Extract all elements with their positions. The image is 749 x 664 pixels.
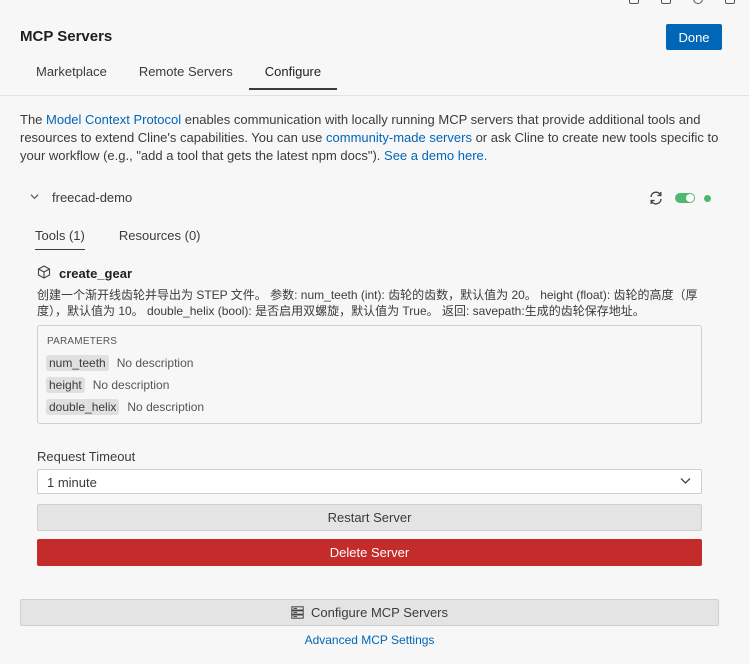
parameter-name: num_teeth — [46, 355, 109, 371]
demo-link[interactable]: See a demo here. — [384, 148, 487, 163]
chevron-down-icon[interactable] — [30, 192, 39, 201]
tab-configure[interactable]: Configure — [248, 56, 338, 90]
chevron-down-icon — [680, 478, 691, 484]
tab-remote-servers[interactable]: Remote Servers — [123, 56, 249, 90]
model-context-protocol-link[interactable]: Model Context Protocol — [46, 112, 181, 127]
tab-bar: Marketplace Remote Servers Configure — [20, 56, 338, 90]
tool-description: 创建一个渐开线齿轮并导出为 STEP 文件。 参数: num_teeth (in… — [37, 288, 698, 318]
parameters-title: PARAMETERS — [47, 336, 118, 347]
page-title: MCP Servers — [20, 28, 113, 45]
restart-server-button[interactable]: Restart Server — [37, 504, 702, 531]
parameter-row: num_teeth No description — [46, 354, 193, 372]
configure-mcp-servers-button[interactable]: Configure MCP Servers — [20, 599, 719, 626]
tool-name: create_gear — [59, 266, 132, 281]
server-icon — [291, 606, 304, 619]
advanced-mcp-settings-link[interactable]: Advanced MCP Settings — [0, 633, 739, 647]
intro-text: The Model Context Protocol enables commu… — [20, 111, 720, 165]
tab-marketplace[interactable]: Marketplace — [20, 56, 123, 90]
delete-server-button[interactable]: Delete Server — [37, 539, 702, 566]
intro-text-part: The — [20, 112, 47, 127]
configure-mcp-servers-label: Configure MCP Servers — [310, 605, 449, 620]
parameter-row: height No description — [46, 376, 169, 394]
request-timeout-label: Request Timeout — [37, 449, 136, 464]
parameter-name: height — [46, 377, 85, 393]
server-name: freecad-demo — [52, 190, 133, 205]
tab-tools[interactable]: Tools (1) — [35, 226, 85, 250]
parameters-box: PARAMETERS num_teeth No description heig… — [37, 325, 702, 424]
mcp-servers-panel: MCP Servers Done Marketplace Remote Serv… — [0, 0, 749, 664]
community-servers-link[interactable]: community-made servers — [326, 130, 472, 145]
refresh-icon[interactable] — [648, 190, 664, 206]
parameter-row: double_helix No description — [46, 398, 204, 416]
cube-icon — [37, 265, 51, 279]
header: MCP Servers Done Marketplace Remote Serv… — [0, 0, 749, 96]
server-enabled-toggle[interactable] — [675, 193, 695, 203]
parameter-name: double_helix — [46, 399, 120, 415]
server-status-dot — [704, 195, 711, 202]
request-timeout-select[interactable]: 1 minute — [37, 469, 702, 494]
parameter-description: No description — [92, 378, 170, 392]
done-button[interactable]: Done — [666, 24, 722, 50]
request-timeout-value: 1 minute — [47, 475, 97, 490]
tab-resources[interactable]: Resources (0) — [119, 226, 201, 250]
server-subtabs: Tools (1) Resources (0) — [35, 226, 235, 250]
server-row[interactable]: freecad-demo — [20, 188, 720, 208]
parameter-description: No description — [127, 400, 205, 414]
parameter-description: No description — [116, 356, 194, 370]
